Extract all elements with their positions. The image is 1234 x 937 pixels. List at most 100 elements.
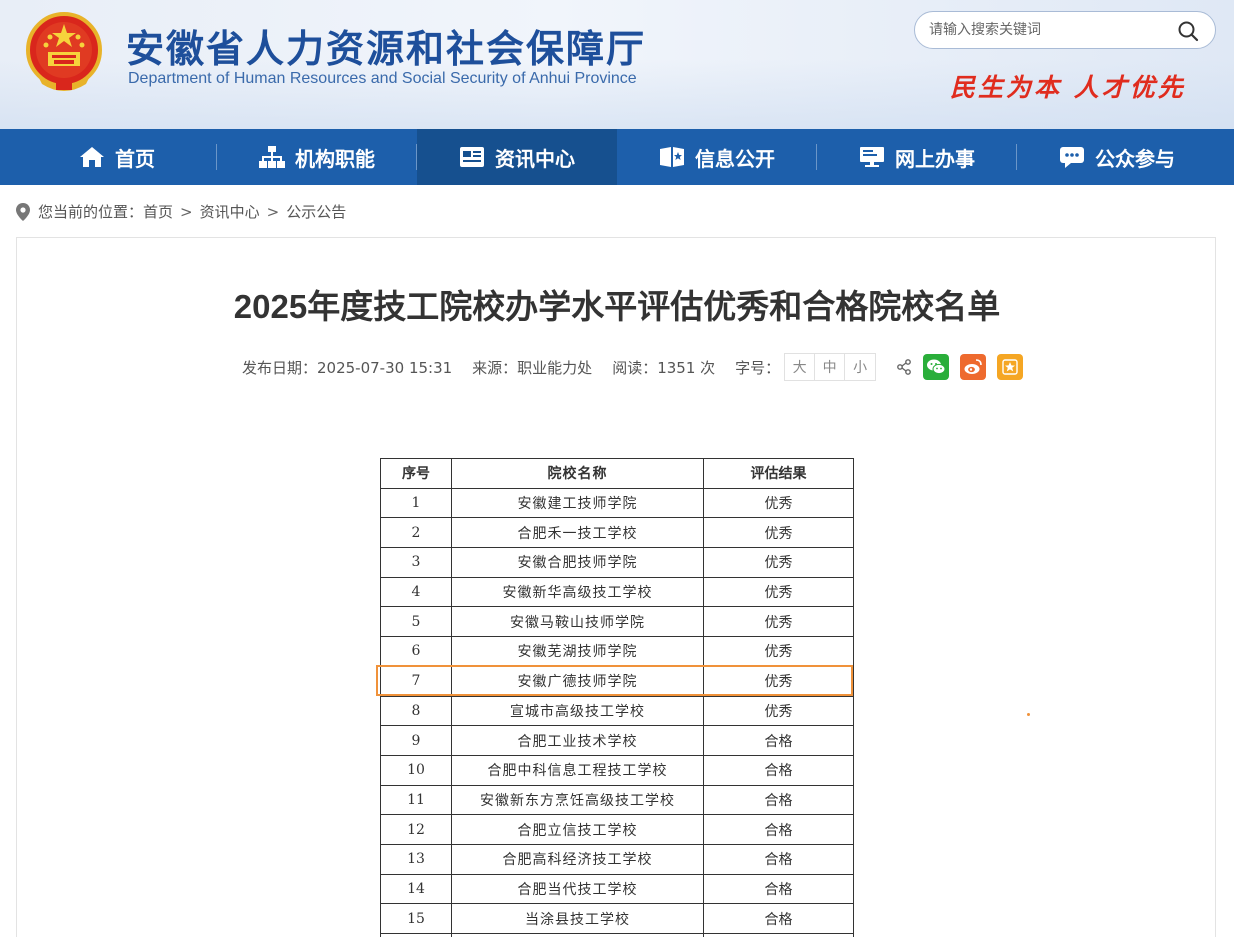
online-service-icon [860, 147, 884, 167]
cell-school-name [451, 933, 704, 937]
table-row: 3 安徽合肥技师学院 优秀 [380, 547, 854, 578]
news-icon [460, 147, 484, 167]
breadcrumb-link-home[interactable]: 首页 [143, 201, 173, 222]
cell-result: 合格 [703, 754, 854, 786]
cell-result: 优秀 [703, 517, 854, 549]
nav-item-label: 资讯中心 [495, 146, 575, 171]
table-row: 14 合肥当代技工学校 合格 [380, 873, 854, 905]
cell-school-name: 合肥高科经济技工学校 [451, 843, 704, 875]
font-size-medium-button[interactable]: 中 [815, 354, 846, 380]
cell-result: 优秀 [703, 576, 854, 608]
cell-result: 优秀 [703, 636, 854, 667]
cell-index: 13 [380, 843, 452, 875]
main-nav: 首页 机构职能 资讯中心 信息公开 网上办事 公众参与 [0, 129, 1234, 185]
font-size-switcher: 大 中 小 [784, 353, 877, 381]
cell-school-name: 合肥禾一技工学校 [451, 517, 704, 549]
cursor-dot [1027, 713, 1030, 716]
table-header-row: 序号 院校名称 评估结果 [380, 458, 854, 489]
cell-result: 合格 [703, 725, 854, 756]
cell-index: 14 [380, 873, 452, 905]
cell-result [703, 933, 854, 937]
table-row: 6 安徽芜湖技师学院 优秀 [380, 636, 854, 667]
article-meta: 发布日期：2025-07-30 15:31 来源：职业能力处 阅读：1351 次… [242, 352, 1024, 382]
table-row: 1 安徽建工技师学院 优秀 [380, 487, 854, 519]
share-icon [897, 359, 912, 375]
public-participation-icon [1060, 147, 1084, 168]
nav-item-online-service[interactable]: 网上办事 [817, 129, 1017, 185]
weibo-icon[interactable] [960, 354, 987, 380]
cell-school-name: 安徽合肥技师学院 [451, 547, 704, 578]
breadcrumb-link-notices[interactable]: 公示公告 [286, 201, 346, 222]
table-row [380, 933, 854, 937]
cell-index: 11 [380, 784, 452, 816]
breadcrumb-prefix: 您当前的位置： [38, 203, 144, 221]
wechat-icon[interactable] [923, 354, 950, 380]
column-header-result: 评估结果 [703, 458, 854, 489]
breadcrumb-link-news[interactable]: 资讯中心 [200, 201, 260, 222]
article-container: 2025年度技工院校办学水平评估优秀和合格院校名单 发布日期：2025-07-3… [16, 237, 1216, 937]
favorite-icon[interactable] [997, 354, 1024, 380]
cell-school-name: 安徽芜湖技师学院 [451, 636, 704, 667]
table-row: 12 合肥立信技工学校 合格 [380, 814, 854, 845]
cell-result: 合格 [703, 903, 854, 934]
cell-school-name: 安徽新华高级技工学校 [451, 576, 704, 608]
table-row: 2 合肥禾一技工学校 优秀 [380, 517, 854, 549]
site-title[interactable]: 安徽省人力资源和社会保障厅 [126, 18, 646, 73]
nav-item-open-info[interactable]: 信息公开 [617, 129, 817, 185]
school-list-table: 序号 院校名称 评估结果 1 安徽建工技师学院 优秀 2 合肥禾一技工学校 优秀 3 安徽合肥… [380, 458, 854, 937]
cell-index: 8 [380, 695, 452, 727]
cell-result: 优秀 [703, 695, 854, 727]
cell-result: 合格 [703, 843, 854, 875]
table-row: 8 宣城市高级技工学校 优秀 [380, 695, 854, 727]
cell-school-name: 合肥立信技工学校 [451, 814, 704, 845]
nav-item-organization[interactable]: 机构职能 [217, 129, 417, 185]
font-size-label: 字号： [735, 358, 781, 377]
publish-date: 发布日期：2025-07-30 15:31 [242, 358, 453, 377]
table-row: 9 合肥工业技术学校 合格 [380, 725, 854, 756]
font-size-large-button[interactable]: 大 [785, 354, 816, 380]
nav-item-home[interactable]: 首页 [17, 129, 217, 185]
cell-index: 7 [380, 665, 452, 697]
cell-school-name: 安徽新东方烹饪高级技工学校 [451, 784, 704, 816]
nav-item-news[interactable]: 资讯中心 [417, 129, 617, 185]
article-source: 来源：职业能力处 [472, 358, 593, 377]
search-input[interactable] [929, 20, 1169, 40]
cell-index: 15 [380, 903, 452, 934]
site-subtitle: Department of Human Resources and Social… [128, 70, 637, 87]
column-header-school-name: 院校名称 [451, 458, 704, 489]
cell-school-name: 安徽建工技师学院 [451, 487, 704, 519]
cell-school-name: 合肥中科信息工程技工学校 [451, 754, 704, 786]
cell-index: 9 [380, 725, 452, 756]
site-header: 安徽省人力资源和社会保障厅 Department of Human Resour… [0, 0, 1234, 129]
cell-school-name: 合肥工业技术学校 [451, 725, 704, 756]
nav-item-label: 机构职能 [295, 146, 375, 171]
nav-item-public-participation[interactable]: 公众参与 [1017, 129, 1217, 185]
cell-result: 合格 [703, 814, 854, 845]
article-title: 2025年度技工院校办学水平评估优秀和合格院校名单 [233, 288, 1001, 325]
national-emblem-icon[interactable] [24, 10, 104, 94]
cell-index: 5 [380, 606, 452, 638]
cell-index: 10 [380, 754, 452, 786]
home-icon [80, 147, 104, 167]
cell-result: 优秀 [703, 665, 854, 697]
open-info-icon [660, 147, 684, 167]
search-box [914, 11, 1216, 49]
cell-index [380, 933, 452, 937]
cell-school-name: 当涂县技工学校 [451, 903, 704, 934]
cell-result: 优秀 [703, 606, 854, 638]
cell-index: 12 [380, 814, 452, 845]
table-row: 4 安徽新华高级技工学校 优秀 [380, 576, 854, 608]
cell-index: 3 [380, 547, 452, 578]
location-pin-icon [16, 202, 30, 221]
cell-result: 优秀 [703, 547, 854, 578]
nav-item-label: 网上办事 [895, 146, 975, 171]
font-size-small-button[interactable]: 小 [845, 354, 875, 380]
breadcrumb-separator: > [266, 202, 280, 221]
table-row: 15 当涂县技工学校 合格 [380, 903, 854, 934]
org-chart-icon [259, 146, 285, 168]
column-header-index: 序号 [380, 458, 452, 489]
cell-index: 4 [380, 576, 452, 608]
search-icon[interactable] [1177, 20, 1199, 42]
nav-item-label: 信息公开 [695, 146, 775, 171]
cell-school-name: 安徽马鞍山技师学院 [451, 606, 704, 638]
